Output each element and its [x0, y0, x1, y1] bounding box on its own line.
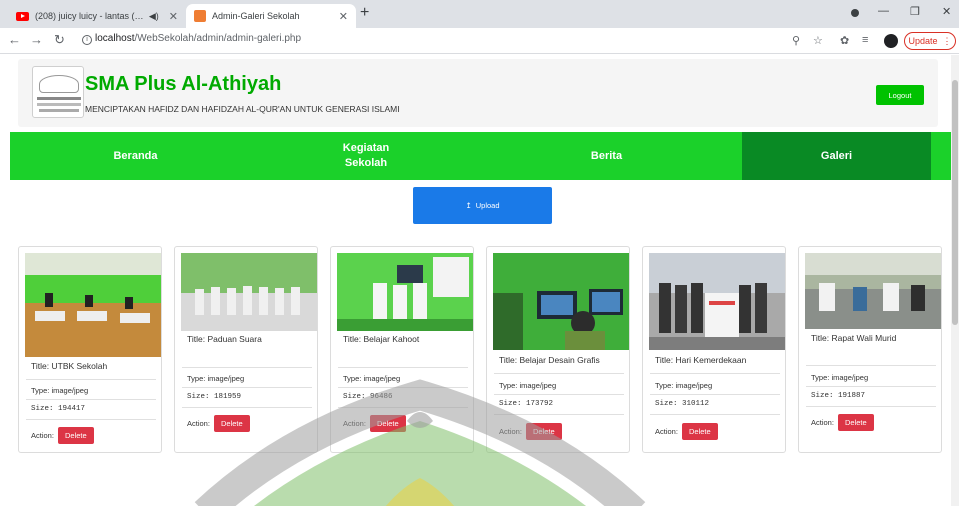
gallery-card: Title: Belajar Kahoot Type: image/jpeg S…: [330, 246, 474, 453]
gallery-card: Title: Paduan Suara Type: image/jpeg Siz…: [174, 246, 318, 453]
gallery-image: [25, 253, 161, 357]
nav-item-galeri[interactable]: Galeri: [742, 132, 931, 180]
delete-button[interactable]: Delete: [525, 423, 562, 440]
extensions-icon[interactable]: ✿: [840, 34, 849, 47]
delete-button[interactable]: Delete: [681, 423, 718, 440]
gallery-card: Title: UTBK Sekolah Type: image/jpeg Siz…: [18, 246, 162, 453]
delete-button[interactable]: Delete: [369, 415, 406, 432]
card-size: Size: 191887: [811, 392, 866, 400]
new-tab-button[interactable]: +: [360, 4, 369, 22]
upload-icon: ↥: [465, 201, 472, 210]
card-size: Size: 96486: [343, 393, 393, 401]
nav-item-kegiatan-sekolah[interactable]: Kegiatan Sekolah: [261, 132, 471, 180]
card-type: Type: image/jpeg: [655, 381, 713, 390]
reload-icon[interactable]: ↻: [54, 32, 65, 48]
card-title: Title: Rapat Wali Murid: [811, 333, 897, 343]
school-logo: [32, 66, 84, 118]
gallery-image: [337, 253, 473, 331]
card-size: Size: 181959: [187, 393, 242, 401]
url-field[interactable]: localhost/WebSekolah/admin/admin-galeri.…: [95, 33, 301, 44]
card-type: Type: image/jpeg: [187, 374, 245, 383]
gallery-card: Title: Hari Kemerdekaan Type: image/jpeg…: [642, 246, 786, 453]
card-action: Action: Delete: [343, 415, 406, 432]
close-tab-icon[interactable]: ✕: [339, 10, 348, 23]
card-type: Type: image/jpeg: [343, 374, 401, 383]
update-button[interactable]: Update ⋮: [904, 32, 956, 50]
zoom-icon[interactable]: ⚲: [792, 34, 800, 47]
card-action: Action: Delete: [811, 414, 874, 431]
youtube-icon: [16, 11, 29, 21]
page-favicon-icon: [194, 10, 206, 22]
media-control-icon[interactable]: [851, 9, 859, 17]
card-title: Title: Paduan Suara: [187, 334, 262, 344]
browser-tab-youtube[interactable]: (208) juicy luicy - lantas (spe ◀) ✕: [8, 4, 186, 28]
card-title: Title: UTBK Sekolah: [31, 361, 108, 371]
more-menu-icon: ⋮: [942, 35, 952, 46]
site-title: SMA Plus Al-Athiyah: [85, 73, 282, 95]
delete-button[interactable]: Delete: [213, 415, 250, 432]
gallery-image: [181, 253, 317, 331]
page-viewport: SMA Plus Al-Athiyah MENCIPTAKAN HAFIDZ D…: [0, 55, 959, 506]
tab-title: (208) juicy luicy - lantas (spe: [35, 11, 145, 21]
delete-button[interactable]: Delete: [57, 427, 94, 444]
back-arrow-icon[interactable]: ←: [8, 32, 21, 47]
gallery-image: [649, 253, 785, 350]
gallery-image: [805, 253, 941, 329]
close-window-icon[interactable]: ✕: [942, 5, 951, 18]
speaker-icon[interactable]: ◀): [149, 11, 159, 22]
card-size: Size: 173792: [499, 400, 554, 408]
card-action: Action: Delete: [187, 415, 250, 432]
card-type: Type: image/jpeg: [499, 381, 557, 390]
reading-list-icon[interactable]: ≡: [862, 34, 868, 46]
card-title: Title: Hari Kemerdekaan: [655, 355, 747, 365]
gallery-card: Title: Belajar Desain Grafis Type: image…: [486, 246, 630, 453]
forward-arrow-icon[interactable]: →: [30, 32, 43, 47]
delete-button[interactable]: Delete: [837, 414, 874, 431]
profile-avatar[interactable]: [884, 34, 898, 48]
page-scrollbar[interactable]: [951, 55, 959, 506]
scrollbar-thumb[interactable]: [952, 80, 958, 325]
nav-item-beranda[interactable]: Beranda: [10, 132, 261, 180]
gallery-image: [493, 253, 629, 350]
browser-tab-strip: (208) juicy luicy - lantas (spe ◀) ✕ Adm…: [0, 0, 959, 28]
restore-icon[interactable]: ❐: [910, 5, 920, 18]
browser-tab-admin-galeri[interactable]: Admin-Galeri Sekolah ✕: [186, 4, 356, 28]
browser-address-bar: ← → ↻ i localhost/WebSekolah/admin/admin…: [0, 28, 959, 54]
card-title: Title: Belajar Desain Grafis: [499, 355, 600, 365]
minimize-icon[interactable]: —: [878, 5, 889, 17]
upload-button[interactable]: ↥ Upload: [413, 187, 552, 224]
site-header: SMA Plus Al-Athiyah MENCIPTAKAN HAFIDZ D…: [18, 59, 938, 127]
bookmark-star-icon[interactable]: ☆: [813, 34, 823, 47]
nav-item-berita[interactable]: Berita: [471, 132, 742, 180]
card-type: Type: image/jpeg: [811, 373, 869, 382]
gallery-card: Title: Rapat Wali Murid Type: image/jpeg…: [798, 246, 942, 453]
card-type: Type: image/jpeg: [31, 386, 89, 395]
close-tab-icon[interactable]: ✕: [169, 10, 178, 23]
card-size: Size: 194417: [31, 405, 86, 413]
card-size: Size: 310112: [655, 400, 710, 408]
card-title: Title: Belajar Kahoot: [343, 334, 420, 344]
card-action: Action: Delete: [31, 427, 94, 444]
tab-title: Admin-Galeri Sekolah: [212, 11, 300, 21]
card-action: Action: Delete: [655, 423, 718, 440]
site-info-icon[interactable]: i: [82, 35, 92, 45]
logout-button[interactable]: Logout: [876, 85, 924, 105]
card-action: Action: Delete: [499, 423, 562, 440]
site-tagline: MENCIPTAKAN HAFIDZ DAN HAFIDZAH AL-QUR'A…: [85, 104, 400, 114]
main-nav: Beranda Kegiatan Sekolah Berita Galeri: [10, 132, 957, 180]
